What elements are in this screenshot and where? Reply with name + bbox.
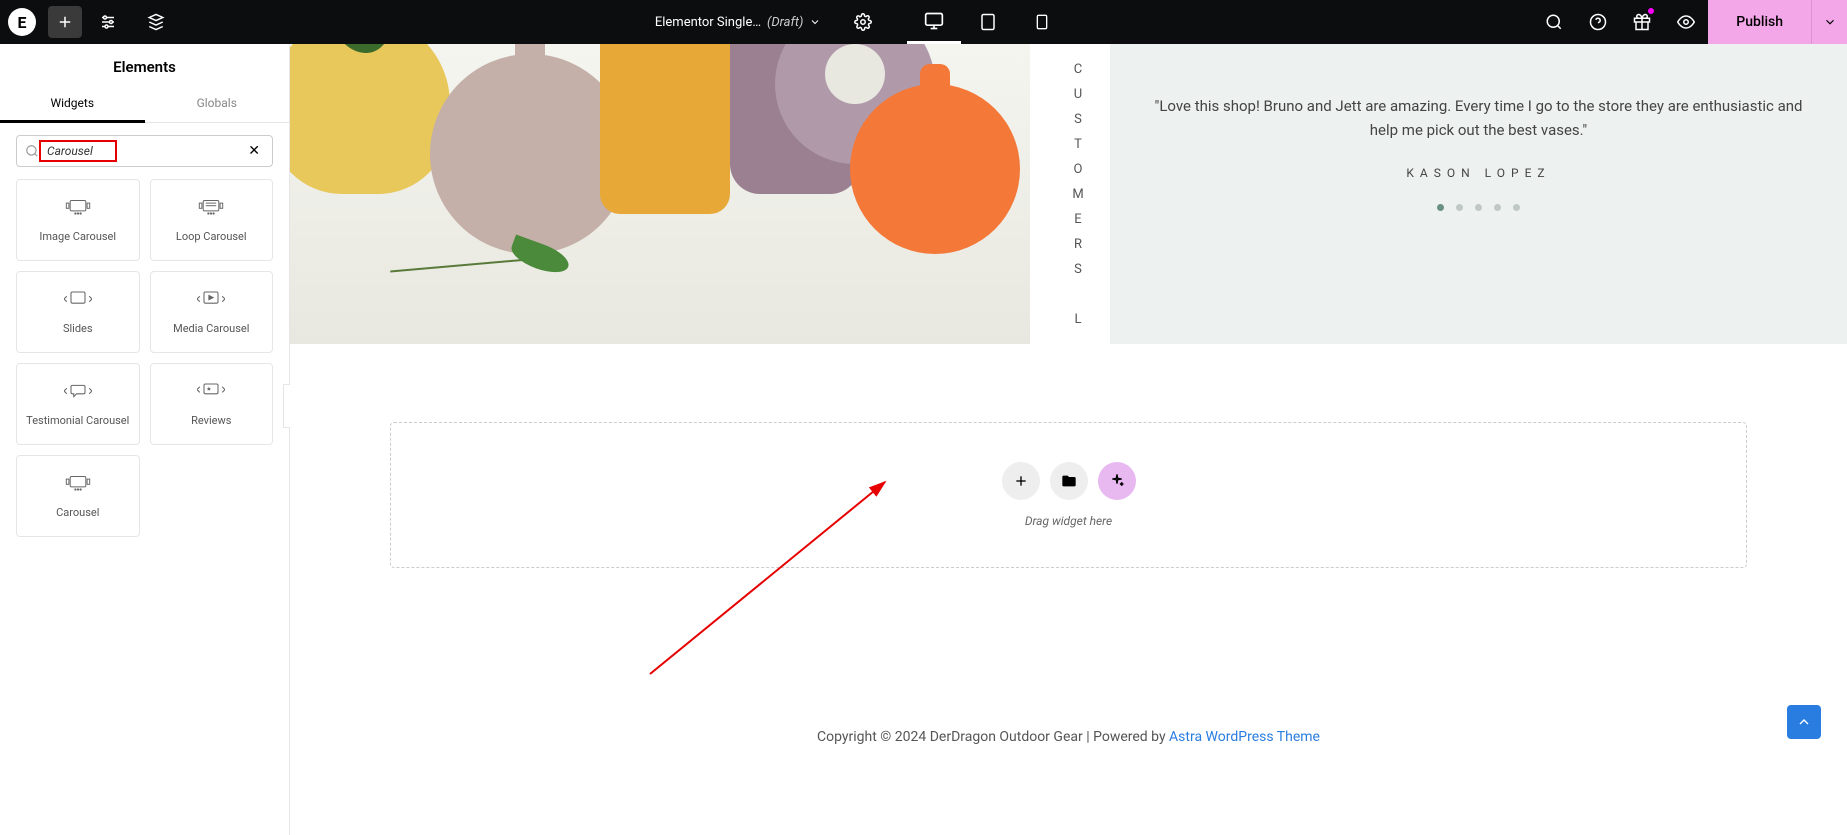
widget-dropzone[interactable]: Drag widget here <box>390 422 1747 568</box>
elementor-logo[interactable]: E <box>0 0 44 44</box>
document-title[interactable]: Elementor Single… (Draft) <box>643 0 834 44</box>
structure-button[interactable] <box>134 6 178 38</box>
widget-label: Media Carousel <box>173 322 249 335</box>
device-desktop[interactable] <box>907 0 961 44</box>
widget-media-carousel[interactable]: Media Carousel <box>150 271 274 353</box>
dot-2[interactable] <box>1456 204 1463 211</box>
dot-4[interactable] <box>1494 204 1501 211</box>
loop-carousel-icon <box>198 198 224 220</box>
reviews-icon <box>197 382 225 404</box>
footer-text: Copyright © 2024 DerDragon Outdoor Gear … <box>817 729 1169 745</box>
widget-label: Slides <box>63 322 93 335</box>
page-footer: Copyright © 2024 DerDragon Outdoor Gear … <box>290 729 1847 745</box>
slides-icon <box>64 290 92 312</box>
carousel-dots[interactable] <box>1150 204 1807 211</box>
ai-generate-button[interactable] <box>1098 462 1136 500</box>
widget-slides[interactable]: Slides <box>16 271 140 353</box>
sidebar-title: Elements <box>0 44 289 86</box>
widget-label: Carousel <box>56 506 99 519</box>
testimonial-author: KASON LOPEZ <box>1150 166 1807 180</box>
footer-link[interactable]: Astra WordPress Theme <box>1169 729 1320 745</box>
media-carousel-icon <box>197 290 225 312</box>
testimonial-carousel-icon <box>64 382 92 404</box>
search-widget-box[interactable]: ✕ <box>16 135 273 167</box>
device-tablet[interactable] <box>961 0 1015 44</box>
widget-label: Testimonial Carousel <box>26 414 129 427</box>
widget-reviews[interactable]: Reviews <box>150 363 274 445</box>
add-section-button[interactable] <box>1002 462 1040 500</box>
scroll-to-top-button[interactable] <box>1787 705 1821 739</box>
widget-loop-carousel[interactable]: Loop Carousel <box>150 179 274 261</box>
widget-label: Image Carousel <box>39 230 116 243</box>
doc-title-text: Elementor Single… <box>655 15 761 30</box>
dot-5[interactable] <box>1513 204 1520 211</box>
widget-label: Loop Carousel <box>176 230 247 243</box>
add-element-button[interactable] <box>48 6 82 38</box>
help-button[interactable] <box>1576 0 1620 44</box>
vertical-heading: CUSTOMERS L <box>1050 44 1110 344</box>
testimonial-text: "Love this shop! Bruno and Jett are amaz… <box>1150 94 1807 142</box>
tab-widgets[interactable]: Widgets <box>0 86 145 123</box>
publish-options-button[interactable] <box>1811 0 1847 44</box>
search-icon <box>25 144 39 158</box>
tab-globals[interactable]: Globals <box>145 86 290 122</box>
widget-testimonial-carousel[interactable]: Testimonial Carousel <box>16 363 140 445</box>
whats-new-button[interactable] <box>1620 0 1664 44</box>
notification-dot <box>1648 8 1654 14</box>
hero-image <box>290 44 1030 344</box>
widget-image-carousel[interactable]: Image Carousel <box>16 179 140 261</box>
chevron-down-icon <box>809 16 821 28</box>
doc-status: (Draft) <box>767 15 803 30</box>
carousel-icon <box>65 474 91 496</box>
settings-button[interactable] <box>86 6 130 38</box>
dot-1[interactable] <box>1437 204 1444 211</box>
preview-button[interactable] <box>1664 0 1708 44</box>
dropzone-label: Drag widget here <box>1025 514 1112 528</box>
publish-button[interactable]: Publish <box>1708 0 1811 44</box>
testimonial-block: "Love this shop! Bruno and Jett are amaz… <box>1110 44 1847 344</box>
device-mobile[interactable] <box>1015 0 1069 44</box>
search-input[interactable] <box>47 144 244 158</box>
image-carousel-icon <box>65 198 91 220</box>
preview-content: CUSTOMERS L "Love this shop! Bruno and J… <box>290 44 1847 344</box>
dot-3[interactable] <box>1475 204 1482 211</box>
widget-carousel[interactable]: Carousel <box>16 455 140 537</box>
widget-label: Reviews <box>191 414 231 427</box>
search-clear-button[interactable]: ✕ <box>244 143 264 159</box>
search-button[interactable] <box>1532 0 1576 44</box>
add-template-button[interactable] <box>1050 462 1088 500</box>
page-settings-button[interactable] <box>841 6 885 38</box>
